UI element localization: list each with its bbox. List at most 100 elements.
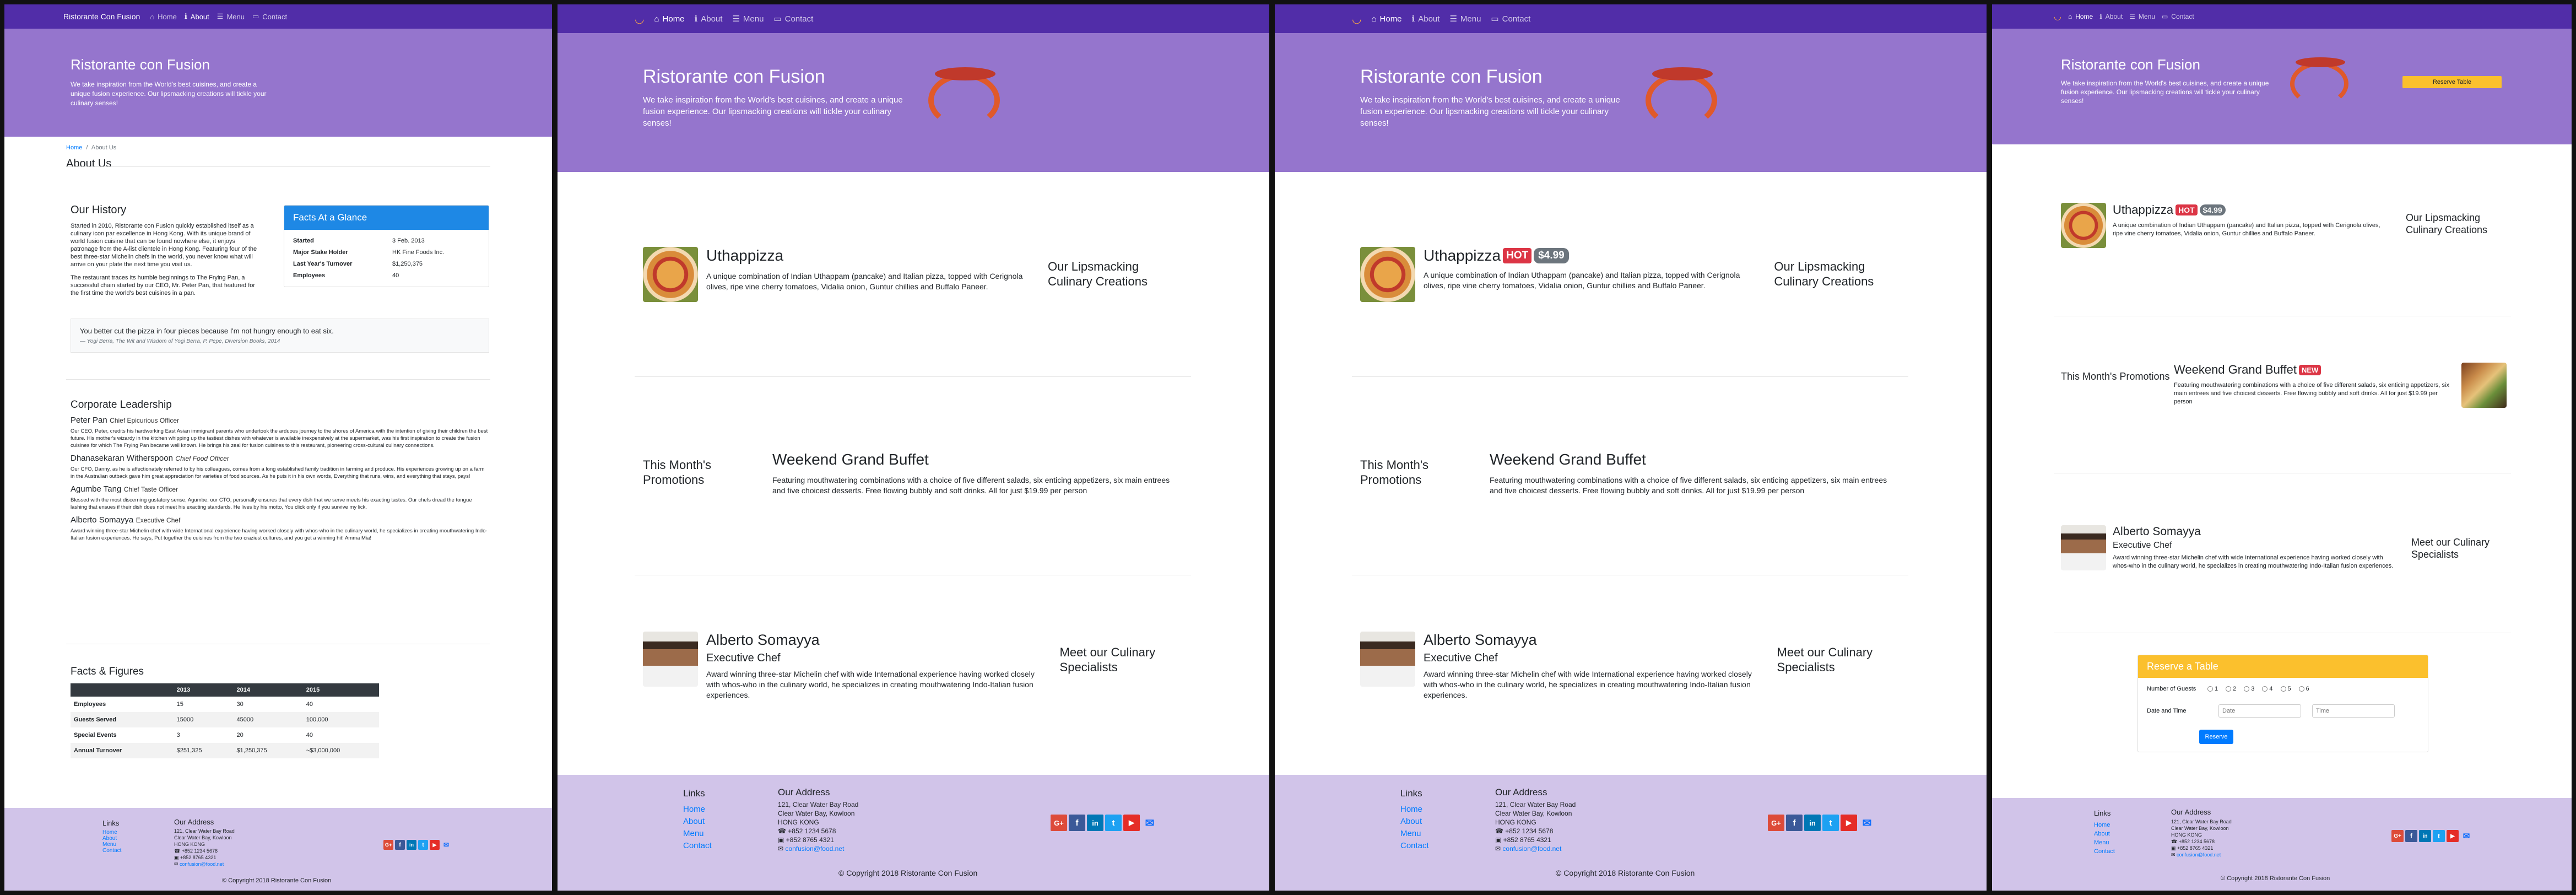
nav-about[interactable]: ℹ About — [185, 12, 209, 21]
hot-badge: HOT — [1503, 248, 1532, 263]
nav-contact[interactable]: ▭ Contact — [2162, 13, 2194, 20]
mail-icon[interactable]: ✉ — [2460, 830, 2472, 842]
jumbotron-text: We take inspiration from the World's bes… — [1360, 95, 1620, 128]
facebook-icon[interactable]: f — [2405, 830, 2417, 842]
nav-contact[interactable]: ▭ Contact — [1491, 14, 1530, 24]
home-page-panel-badges: ◡ ⌂ Home ℹ About ☰ Menu ▭ Contact Ristorante… — [1275, 4, 1987, 891]
nav-menu[interactable]: ☰ Menu — [732, 14, 764, 24]
nav-contact[interactable]: ▭ Contact — [252, 12, 287, 21]
footer-link-about[interactable]: About — [1400, 817, 1422, 826]
linkedin-icon[interactable]: in — [407, 840, 416, 850]
footer-link-contact[interactable]: Contact — [683, 841, 712, 850]
reserve-table-button[interactable]: Reserve Table — [2402, 76, 2502, 88]
twitter-icon[interactable]: t — [2433, 830, 2445, 842]
guests-option[interactable]: 4 — [2262, 686, 2273, 692]
facebook-icon[interactable]: f — [1069, 815, 1085, 831]
google-plus-icon[interactable]: G+ — [1768, 815, 1784, 831]
logo-icon[interactable]: ◡ — [2054, 11, 2061, 22]
footer-link-contact[interactable]: Contact — [1400, 841, 1429, 850]
reserve-submit-button[interactable]: Reserve — [2199, 730, 2233, 744]
footer-email[interactable]: confusion@food.net — [2177, 852, 2221, 858]
guests-option[interactable]: 1 — [2207, 686, 2218, 692]
google-plus-icon[interactable]: G+ — [1051, 815, 1067, 831]
footer-link-menu[interactable]: Menu — [102, 842, 116, 848]
nav-about-label: About — [190, 12, 209, 21]
time-input[interactable] — [2312, 704, 2395, 718]
nav-about[interactable]: ℹ About — [2099, 13, 2123, 20]
twitter-icon[interactable]: t — [1105, 815, 1122, 831]
nav-contact[interactable]: ▭ Contact — [773, 14, 813, 24]
youtube-icon[interactable]: ▶ — [1123, 815, 1140, 831]
youtube-icon[interactable]: ▶ — [2447, 830, 2459, 842]
leader-name: Alberto Somayya — [1424, 632, 1537, 648]
footer-link-contact[interactable]: Contact — [2094, 848, 2115, 855]
social-icons: G+ f in t ▶ ✉ — [1051, 815, 1158, 831]
radio-icon — [2262, 686, 2268, 692]
nav-about[interactable]: ℹ About — [1412, 14, 1440, 24]
twitter-icon[interactable]: t — [1822, 815, 1839, 831]
nav-home[interactable]: ⌂ Home — [150, 13, 177, 21]
social-icons: G+ f in t ▶ ✉ — [1768, 815, 1875, 831]
linkedin-icon[interactable]: in — [2419, 830, 2431, 842]
footer-link-home[interactable]: Home — [2094, 822, 2110, 828]
leadership-section: Corporate Leadership Peter Pan Chief Epi… — [71, 399, 489, 542]
nav-menu[interactable]: ☰ Menu — [2129, 13, 2155, 20]
navbar-brand[interactable]: Ristorante Con Fusion — [63, 12, 140, 21]
google-plus-icon[interactable]: G+ — [2391, 830, 2404, 842]
youtube-icon[interactable]: ▶ — [430, 840, 440, 850]
mail-icon[interactable]: ✉ — [441, 840, 451, 850]
twitter-icon[interactable]: t — [418, 840, 428, 850]
facebook-icon[interactable]: f — [395, 840, 405, 850]
footer-link-menu[interactable]: Menu — [683, 829, 704, 838]
linkedin-icon[interactable]: in — [1087, 815, 1103, 831]
nav-home[interactable]: ⌂ Home — [654, 14, 684, 24]
youtube-icon[interactable]: ▶ — [1841, 815, 1857, 831]
footer-link-menu[interactable]: Menu — [2094, 839, 2109, 846]
nav-menu[interactable]: ☰ Menu — [1449, 14, 1481, 24]
nav-menu[interactable]: ☰ Menu — [217, 12, 245, 21]
footer-email[interactable]: confusion@food.net — [1502, 845, 1561, 853]
guests-option[interactable]: 3 — [2244, 686, 2254, 692]
breadcrumb-home[interactable]: Home — [66, 144, 82, 151]
footer-address-title: Our Address — [2171, 808, 2211, 816]
footer-link-home[interactable]: Home — [102, 829, 117, 835]
reserve-card: Reserve a Table Number of Guests 1 2 3 4… — [2137, 655, 2428, 752]
google-plus-icon[interactable]: G+ — [383, 840, 393, 850]
footer-phone: +852 1234 5678 — [788, 827, 836, 835]
nav-about[interactable]: ℹ About — [695, 14, 723, 24]
logo-icon[interactable]: ◡ — [1352, 12, 1361, 26]
home-icon: ⌂ — [2068, 13, 2072, 20]
footer-email[interactable]: confusion@food.net — [180, 861, 224, 867]
footer-link-about[interactable]: About — [2094, 831, 2110, 837]
linkedin-icon[interactable]: in — [1804, 815, 1821, 831]
logo-icon[interactable]: ◡ — [635, 12, 644, 26]
footer-link-home[interactable]: Home — [1400, 805, 1422, 814]
nav-home[interactable]: ⌂ Home — [1371, 14, 1401, 24]
fax-icon: ▣ — [1495, 836, 1503, 844]
date-input[interactable] — [2218, 704, 2301, 718]
footer-link-home[interactable]: Home — [683, 805, 705, 814]
radio-icon — [2298, 686, 2304, 692]
mail-icon[interactable]: ✉ — [1859, 815, 1875, 831]
footer-link-menu[interactable]: Menu — [1400, 829, 1421, 838]
footer-link-about[interactable]: About — [102, 835, 117, 842]
guests-option[interactable]: 6 — [2298, 686, 2309, 692]
footer-links-title: Links — [1400, 788, 1422, 799]
list-icon: ☰ — [217, 12, 224, 20]
radio-icon — [2207, 686, 2213, 692]
facebook-icon[interactable]: f — [1786, 815, 1803, 831]
footer-link-about[interactable]: About — [683, 817, 705, 826]
leader-entry: Peter Pan Chief Epicurious Officer Our C… — [71, 416, 489, 449]
nav-home[interactable]: ⌂ Home — [2068, 13, 2093, 20]
fact-value: 3 Feb. 2013 — [392, 238, 425, 244]
footer-email[interactable]: confusion@food.net — [785, 845, 844, 853]
guests-option[interactable]: 2 — [2226, 686, 2236, 692]
dish-title: Uthappizza — [706, 247, 784, 264]
guests-option[interactable]: 5 — [2280, 686, 2291, 692]
footer-link-contact[interactable]: Contact — [102, 848, 121, 854]
promo-title: Weekend Grand Buffet — [2174, 363, 2297, 376]
guests-option-label: 4 — [2269, 686, 2273, 692]
mail-icon[interactable]: ✉ — [1141, 815, 1158, 831]
promotion: This Month's Promotions Weekend Grand Bu… — [1360, 451, 1911, 496]
home-page-panel-reserve: ◡ ⌂ Home ℹ About ☰ Menu ▭ Contact Ristorante… — [1992, 4, 2572, 891]
